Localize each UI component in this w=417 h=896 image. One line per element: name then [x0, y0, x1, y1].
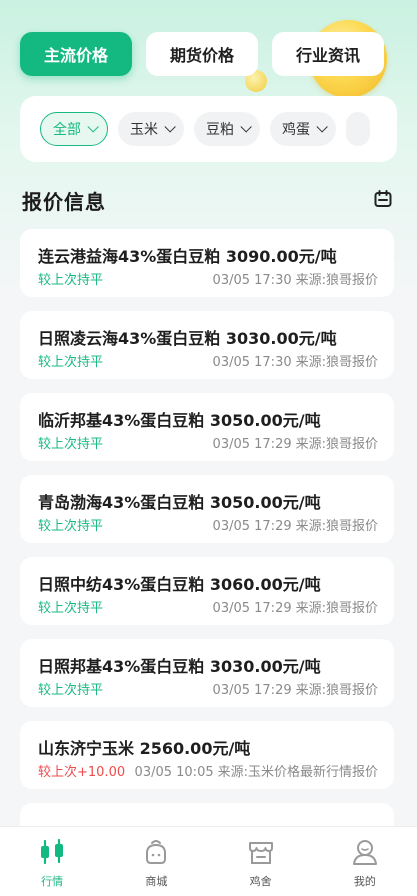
quote-card[interactable]: 日照中纺43%蛋白豆粕 3060.00元/吨 较上次持平 03/05 17:29… — [20, 557, 394, 625]
quote-time: 03/05 17:29 — [212, 683, 292, 698]
nav-item-market[interactable]: 行情 — [0, 827, 104, 896]
quote-time: 03/05 17:29 — [212, 519, 292, 534]
quote-card[interactable]: 日照邦基43%蛋白豆粕 3030.00元/吨 较上次持平 03/05 17:29… — [20, 639, 394, 707]
quote-source: 来源:玉米价格最新行情报价 — [217, 765, 378, 780]
tab-industry-news[interactable]: 行业资讯 — [272, 32, 384, 76]
quote-title: 临沂邦基43%蛋白豆粕 3050.00元/吨 — [38, 411, 321, 430]
quote-card[interactable]: 山东济宁玉米 2560.00元/吨 较上次+10.00 03/05 10:05 来… — [20, 721, 394, 789]
quote-title: 连云港益海43%蛋白豆粕 3090.00元/吨 — [38, 247, 337, 266]
quote-source: 来源:狼哥报价 — [295, 273, 378, 288]
quote-card[interactable]: 连云港益海43%蛋白豆粕 3090.00元/吨 较上次持平 03/05 17:3… — [20, 229, 394, 297]
quote-source: 来源:狼哥报价 — [295, 437, 378, 452]
filter-chip-label: 玉米 — [130, 122, 158, 138]
top-tab-bar: 主流价格 期货价格 行业资讯 — [20, 32, 384, 76]
category-filter-bar: 全部 玉米 豆粕 鸡蛋 — [20, 96, 397, 162]
filter-chip-more[interactable] — [346, 112, 370, 146]
quote-time: 03/05 17:29 — [212, 601, 292, 616]
nav-label: 我的 — [353, 875, 376, 888]
quote-change: 较上次持平 — [38, 519, 104, 534]
quote-title: 日照中纺43%蛋白豆粕 3060.00元/吨 — [38, 575, 321, 594]
quote-card[interactable]: 青岛渤海43%蛋白豆粕 3050.00元/吨 较上次持平 03/05 17:29… — [20, 475, 394, 543]
profile-icon — [352, 840, 377, 865]
filter-chip-label: 鸡蛋 — [282, 122, 310, 138]
quote-meta: 03/05 17:29 来源:狼哥报价 — [213, 679, 378, 698]
shop-icon — [248, 842, 273, 864]
quote-meta: 03/05 10:05 来源:玉米价格最新行情报价 — [135, 761, 378, 780]
tab-mainstream-price[interactable]: 主流价格 — [20, 32, 132, 76]
filter-chip-label: 全部 — [53, 122, 81, 138]
nav-label: 鸡舍 — [249, 875, 272, 888]
quote-title: 日照凌云海43%蛋白豆粕 3030.00元/吨 — [38, 329, 337, 348]
quote-meta: 03/05 17:30 来源:狼哥报价 — [213, 269, 378, 288]
nav-item-profile[interactable]: 我的 — [313, 827, 417, 896]
filter-chip-all[interactable]: 全部 — [40, 112, 108, 146]
quote-time: 03/05 17:29 — [212, 437, 292, 452]
section-title: 报价信息 — [22, 190, 106, 214]
quote-meta: 03/05 17:30 来源:狼哥报价 — [213, 351, 378, 370]
quote-title: 青岛渤海43%蛋白豆粕 3050.00元/吨 — [38, 493, 321, 512]
chevron-down-icon — [87, 121, 99, 133]
quote-source: 来源:狼哥报价 — [295, 683, 378, 698]
quote-source: 来源:狼哥报价 — [295, 601, 378, 616]
quote-time: 03/05 17:30 — [212, 273, 292, 288]
nav-item-henhouse[interactable]: 鸡舍 — [209, 827, 313, 896]
chevron-down-icon — [316, 121, 328, 133]
tab-futures-price[interactable]: 期货价格 — [146, 32, 258, 76]
quote-list: 连云港益海43%蛋白豆粕 3090.00元/吨 较上次持平 03/05 17:3… — [20, 229, 394, 885]
filter-chip-egg[interactable]: 鸡蛋 — [270, 112, 336, 146]
filter-chip-corn[interactable]: 玉米 — [118, 112, 184, 146]
filter-chip-label: 豆粕 — [206, 122, 234, 138]
filter-chip-soymeal[interactable]: 豆粕 — [194, 112, 260, 146]
chevron-down-icon — [164, 121, 176, 133]
mall-bag-icon — [146, 840, 167, 864]
quote-change: 较上次持平 — [38, 683, 104, 698]
quote-meta: 03/05 17:29 来源:狼哥报价 — [213, 597, 378, 616]
quote-card[interactable]: 日照凌云海43%蛋白豆粕 3030.00元/吨 较上次持平 03/05 17:3… — [20, 311, 394, 379]
quote-source: 来源:狼哥报价 — [295, 519, 378, 534]
quote-time: 03/05 17:30 — [212, 355, 292, 370]
quote-title: 山东济宁玉米 2560.00元/吨 — [38, 739, 251, 758]
quote-change: 较上次持平 — [38, 601, 104, 616]
calendar-icon[interactable] — [374, 190, 392, 208]
quote-meta: 03/05 17:29 来源:狼哥报价 — [213, 515, 378, 534]
quote-change: 较上次持平 — [38, 273, 104, 288]
nav-label: 商城 — [145, 875, 168, 888]
quote-change: 较上次+10.00 — [38, 765, 126, 780]
quote-title: 日照邦基43%蛋白豆粕 3030.00元/吨 — [38, 657, 321, 676]
chevron-down-icon — [240, 121, 252, 133]
nav-label: 行情 — [41, 875, 64, 888]
quote-card[interactable]: 临沂邦基43%蛋白豆粕 3050.00元/吨 较上次持平 03/05 17:29… — [20, 393, 394, 461]
quote-change: 较上次持平 — [38, 437, 104, 452]
market-icon — [41, 838, 64, 865]
nav-item-mall[interactable]: 商城 — [104, 827, 208, 896]
quote-change: 较上次持平 — [38, 355, 104, 370]
quote-source: 来源:狼哥报价 — [295, 355, 378, 370]
quote-time: 03/05 10:05 — [134, 765, 214, 780]
bottom-nav-bar: 行情 商城 鸡舍 我的 — [0, 826, 417, 896]
quote-meta: 03/05 17:29 来源:狼哥报价 — [213, 433, 378, 452]
